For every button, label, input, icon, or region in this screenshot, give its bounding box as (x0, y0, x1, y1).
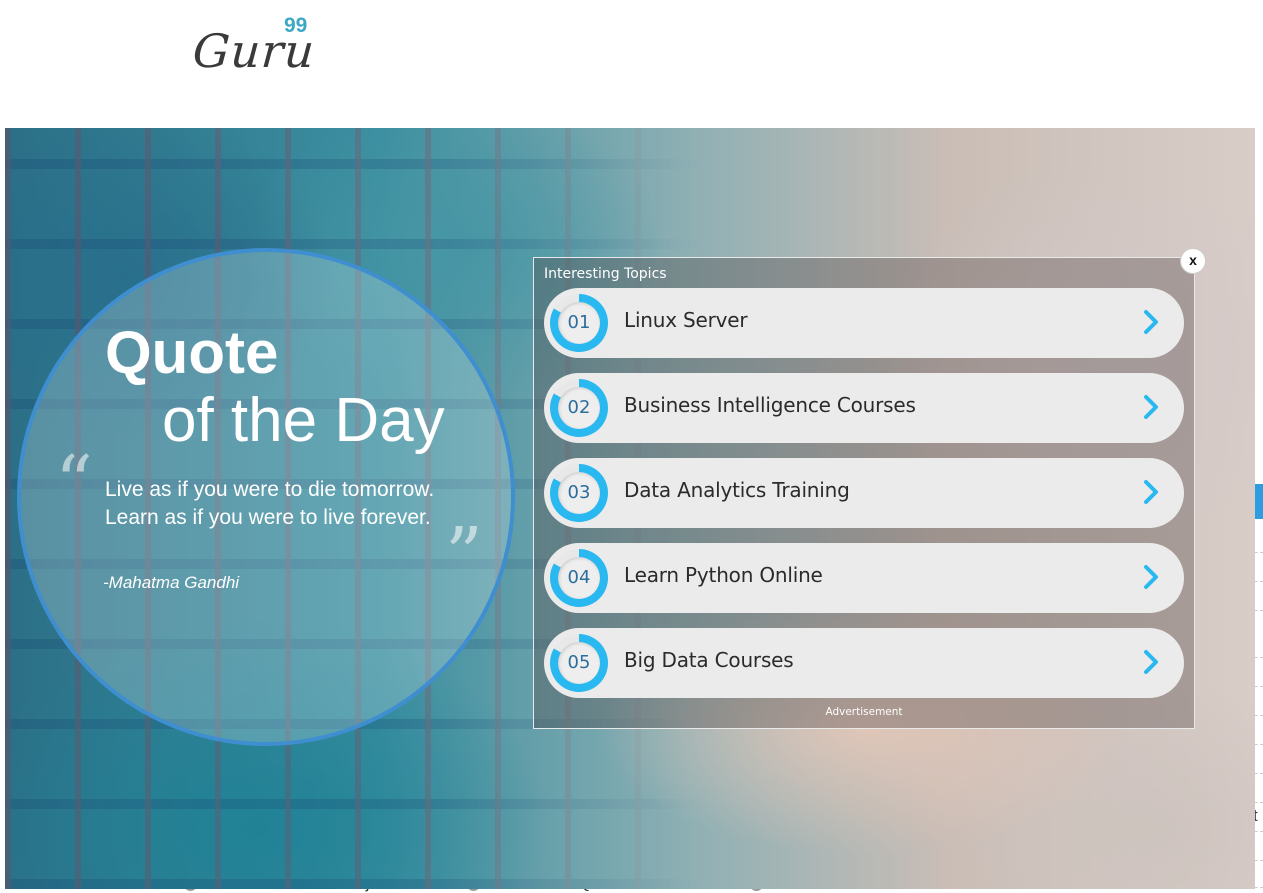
topic-label: Business Intelligence Courses (624, 393, 916, 417)
chevron-right-icon (1144, 310, 1158, 334)
topic-number-badge: 04 (550, 549, 608, 607)
advertisement-label: Advertisement (825, 706, 903, 718)
topic-item[interactable]: 03 Data Analytics Training (544, 458, 1184, 528)
chevron-right-icon (1144, 650, 1158, 674)
chevron-right-icon (1144, 395, 1158, 419)
topic-number: 04 (558, 557, 600, 599)
topic-number-badge: 05 (550, 634, 608, 692)
topic-item[interactable]: 04 Learn Python Online (544, 543, 1184, 613)
quote-text: Live as if you were to die tomorrow. Lea… (105, 478, 435, 529)
close-button[interactable]: x (1180, 248, 1206, 274)
topic-item[interactable]: 01 Linux Server (544, 288, 1184, 358)
topic-number-badge: 02 (550, 379, 608, 437)
open-quote-icon: “ (55, 440, 93, 526)
topic-number: 01 (558, 302, 600, 344)
quote-title-line1: Quote (105, 319, 279, 386)
topic-label: Big Data Courses (624, 648, 794, 672)
site-logo[interactable]: Guru 99 (191, 14, 333, 78)
popup-overlay: Quote of the Day “ Live as if you were t… (5, 128, 1255, 889)
topic-label: Data Analytics Training (624, 478, 850, 502)
close-quote-icon: ” (445, 512, 483, 598)
topic-number: 05 (558, 642, 600, 684)
topic-item[interactable]: 05 Big Data Courses (544, 628, 1184, 698)
topic-item[interactable]: 02 Business Intelligence Courses (544, 373, 1184, 443)
topic-number-badge: 03 (550, 464, 608, 522)
topic-number-badge: 01 (550, 294, 608, 352)
background-side-tab[interactable] (1254, 484, 1263, 519)
topic-label: Linux Server (624, 308, 748, 332)
panel-title: Interesting Topics (544, 266, 667, 282)
chevron-right-icon (1144, 565, 1158, 589)
topic-label: Learn Python Online (624, 563, 823, 587)
topic-number: 02 (558, 387, 600, 429)
quote-author: -Mahatma Gandhi (103, 573, 240, 592)
quote-title-line2: of the Day (162, 386, 445, 455)
logo-superscript: 99 (284, 14, 308, 37)
chevron-right-icon (1144, 480, 1158, 504)
topics-panel: Interesting Topics 01 Linux Server 02 Bu… (533, 257, 1195, 729)
topic-number: 03 (558, 472, 600, 514)
